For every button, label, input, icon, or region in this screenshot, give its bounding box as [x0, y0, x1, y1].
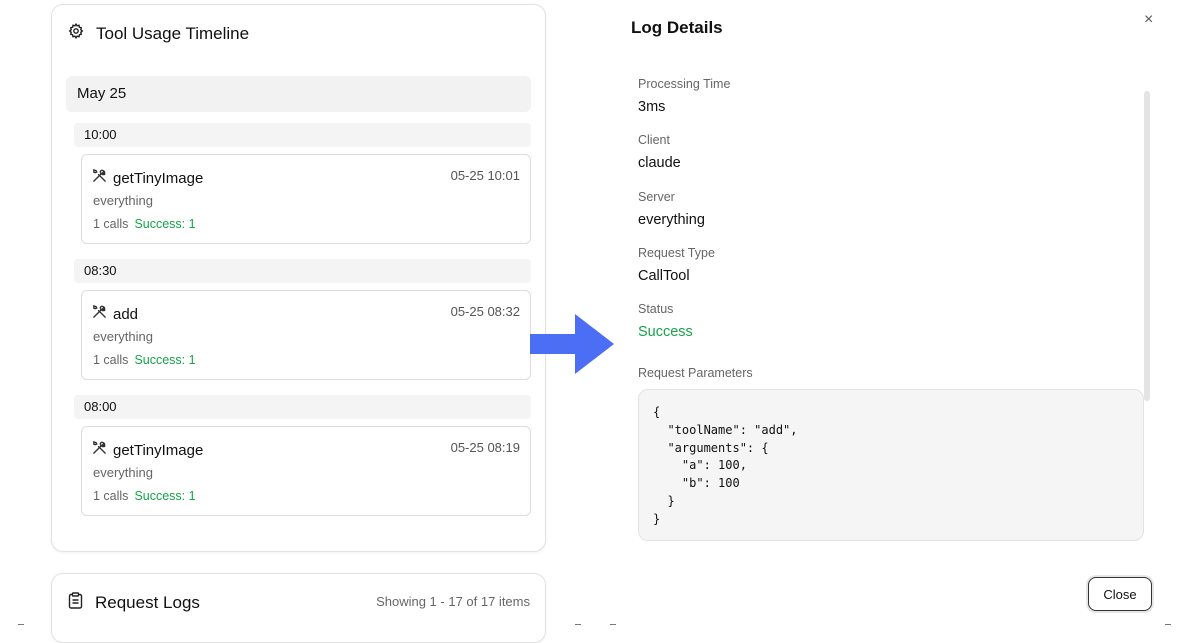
- field-label-processing-time: Processing Time: [638, 77, 731, 91]
- divider-tick: [610, 624, 616, 625]
- divider-tick: [18, 624, 24, 625]
- success-count: Success: 1: [134, 489, 196, 503]
- divider-tick: [1165, 624, 1171, 625]
- success-count: Success: 1: [134, 217, 196, 231]
- log-details-title: Log Details: [631, 18, 723, 37]
- entry-timestamp: 05-25 10:01: [450, 168, 520, 183]
- timeline-entry[interactable]: getTinyImage 05-25 10:01 everything 1 ca…: [81, 154, 531, 244]
- field-value-processing-time: 3ms: [638, 99, 666, 115]
- field-value-request-type: CallTool: [638, 268, 690, 284]
- field-label-client: Client: [638, 133, 670, 147]
- tools-icon: [92, 304, 107, 324]
- field-label-status: Status: [638, 302, 674, 316]
- entry-stats: 1 calls Success: 1: [93, 217, 196, 231]
- details-scrollbar[interactable]: [1144, 91, 1150, 401]
- status-badge: Success: [638, 324, 693, 340]
- timeline-title: Tool Usage Timeline: [96, 23, 250, 43]
- entry-server: everything: [93, 465, 153, 480]
- field-value-client: claude: [638, 155, 681, 171]
- tools-icon: [92, 440, 107, 460]
- request-logs-header: Request Logs: [68, 592, 200, 614]
- hour-group-header: 10:00: [74, 123, 531, 147]
- timeline-entry[interactable]: add 05-25 08:32 everything 1 calls Succes…: [81, 290, 531, 380]
- entry-server: everything: [93, 193, 153, 208]
- pagination-summary: Showing 1 - 17 of 17 items: [376, 594, 530, 609]
- call-count: 1 calls: [93, 353, 129, 367]
- entry-stats: 1 calls Success: 1: [93, 489, 196, 503]
- entry-timestamp: 05-25 08:32: [450, 304, 520, 319]
- entry-timestamp: 05-25 08:19: [450, 440, 520, 455]
- timeline-entry[interactable]: getTinyImage 05-25 08:19 everything 1 ca…: [81, 426, 531, 516]
- hour-group-header: 08:30: [74, 259, 531, 283]
- tools-icon: [92, 168, 107, 188]
- tool-name: getTinyImage: [113, 169, 204, 187]
- gear-icon: [68, 22, 84, 44]
- field-value-server: everything: [638, 212, 705, 228]
- field-label-request-parameters: Request Parameters: [638, 366, 753, 380]
- date-group-header[interactable]: May 25: [66, 76, 531, 112]
- entry-stats: 1 calls Success: 1: [93, 353, 196, 367]
- call-count: 1 calls: [93, 217, 129, 231]
- request-parameters-json: { "toolName": "add", "arguments": { "a":…: [653, 405, 798, 526]
- entry-server: everything: [93, 329, 153, 344]
- tool-name: add: [113, 305, 139, 323]
- request-parameters-code: { "toolName": "add", "arguments": { "a":…: [638, 389, 1144, 541]
- call-count: 1 calls: [93, 489, 129, 503]
- field-label-server: Server: [638, 190, 675, 204]
- close-button[interactable]: Close: [1088, 577, 1152, 611]
- clipboard-icon: [68, 592, 83, 614]
- tool-usage-timeline-card: Tool Usage Timeline May 25 10:00 getTiny…: [51, 4, 546, 552]
- hour-group-header: 08:00: [74, 395, 531, 419]
- request-logs-card: Request Logs Showing 1 - 17 of 17 items: [51, 573, 546, 643]
- tool-name: getTinyImage: [113, 441, 204, 459]
- arrow-right-icon: [530, 314, 614, 374]
- success-count: Success: 1: [134, 353, 196, 367]
- request-logs-title: Request Logs: [95, 593, 200, 612]
- field-label-request-type: Request Type: [638, 246, 715, 260]
- divider-tick: [575, 624, 581, 625]
- close-icon[interactable]: ×: [1144, 11, 1153, 29]
- timeline-header: Tool Usage Timeline: [68, 22, 250, 44]
